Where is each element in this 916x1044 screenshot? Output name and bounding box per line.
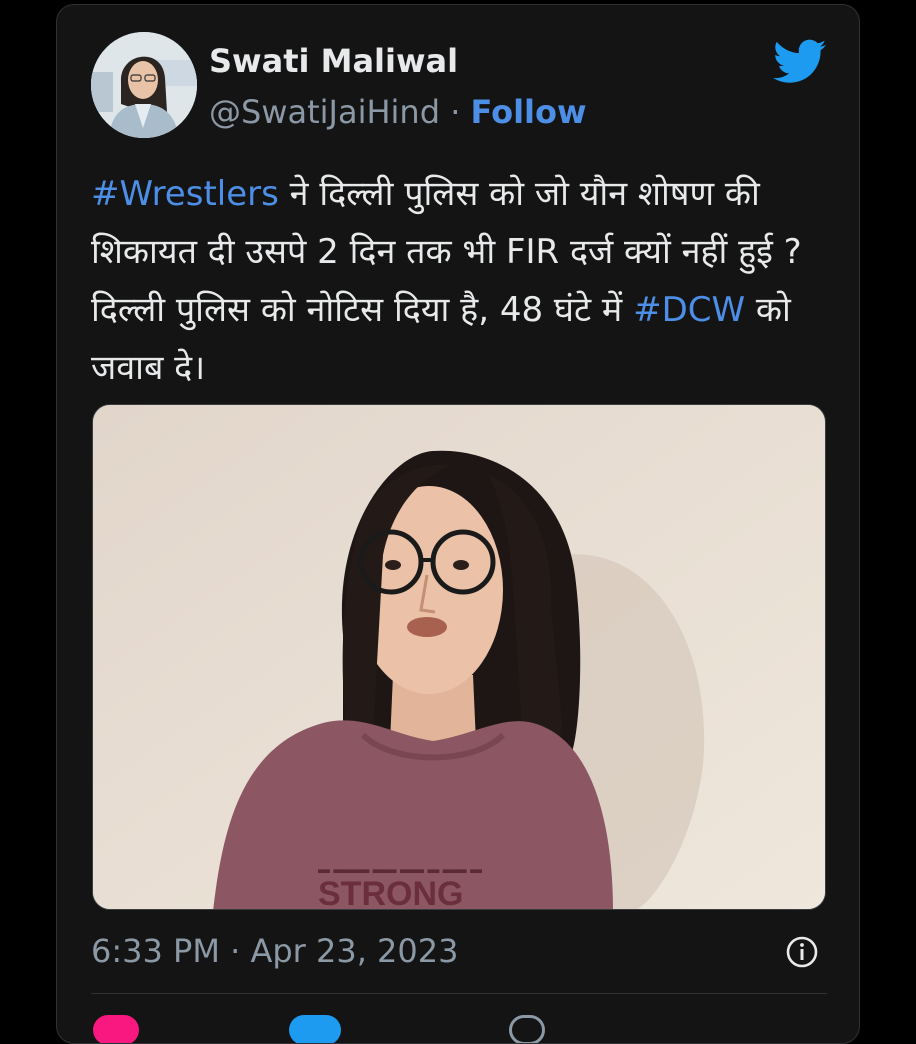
heart-icon[interactable] — [93, 1015, 139, 1043]
video-frame-image: ▬ ▬▬▬ ▬▬ ▬▬ ▬ ▬▬ ▬ STRONG — [93, 405, 825, 910]
avatar-image — [91, 32, 197, 138]
shirt-print: STRONG — [318, 875, 463, 910]
author-name[interactable]: Swati Maliwal — [209, 41, 458, 81]
twitter-bird-icon[interactable] — [773, 39, 827, 85]
author-handle-row: @SwatiJaiHind · Follow — [209, 92, 587, 132]
share-icon[interactable] — [509, 1015, 545, 1043]
tweet-video-thumbnail[interactable]: ▬ ▬▬▬ ▬▬ ▬▬ ▬ ▬▬ ▬ STRONG — [92, 404, 826, 910]
tweet-timestamp[interactable]: 6:33 PM · Apr 23, 2023 — [91, 931, 458, 971]
hashtag-wrestlers[interactable]: #Wrestlers — [91, 174, 279, 214]
info-icon[interactable] — [785, 935, 819, 969]
handle-separator: · — [440, 93, 471, 131]
tweet-card: Swati Maliwal @SwatiJaiHind · Follow #Wr… — [56, 4, 860, 1044]
hashtag-dcw[interactable]: #DCW — [633, 290, 745, 330]
author-handle[interactable]: @SwatiJaiHind — [209, 93, 440, 131]
tweet-text: #Wrestlers ने दिल्ली पुलिस को जो यौन शोष… — [91, 165, 831, 397]
reply-icon[interactable] — [289, 1015, 341, 1043]
shirt-print-small: ▬ ▬▬▬ ▬▬ ▬▬ ▬ ▬▬ ▬ — [318, 862, 482, 876]
divider — [91, 993, 827, 994]
follow-button[interactable]: Follow — [471, 93, 587, 131]
avatar[interactable] — [91, 32, 197, 138]
